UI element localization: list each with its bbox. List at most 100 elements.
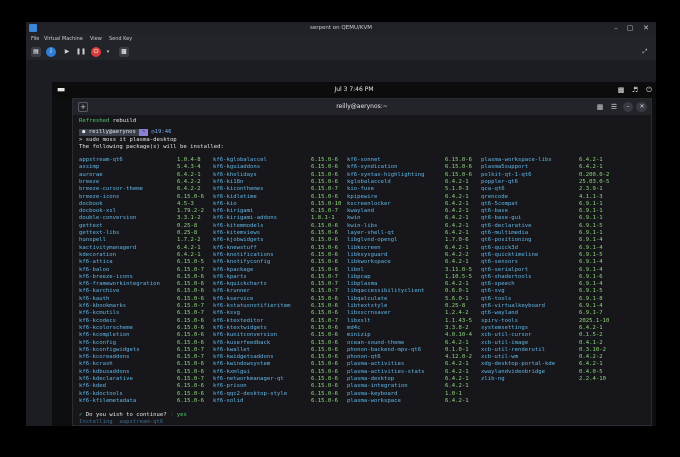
- hamburger-menu-icon[interactable]: ☰: [609, 102, 619, 112]
- package-name: ocean-sound-theme: [347, 339, 405, 346]
- package-name: libksysguard: [347, 251, 388, 258]
- menu-file[interactable]: File: [31, 34, 39, 44]
- refreshed-repo: rebuild: [112, 118, 137, 124]
- package-version: 6.4.2-1: [177, 244, 201, 251]
- package-name: plasma-keyboard: [347, 390, 398, 397]
- package-version: 6.15.0-6: [177, 317, 204, 324]
- package-version: 6.15.0-7: [311, 288, 338, 295]
- maximize-icon[interactable]: ▢: [624, 22, 636, 34]
- package-version: 2.3.9-1: [579, 186, 603, 193]
- package-version: 6.15.0-6: [177, 193, 204, 200]
- package-name: layer-shell-qt: [347, 230, 395, 236]
- package-version: 6.4.2-1: [445, 368, 469, 375]
- menu-send-key[interactable]: Send Key: [109, 34, 132, 44]
- package-name: kf6-kunitconversion: [213, 332, 277, 339]
- fullscreen-icon[interactable]: ⤢: [640, 47, 650, 57]
- package-version: 6.15.0-6: [311, 230, 338, 236]
- package-version: 6.15.0-6: [311, 361, 338, 368]
- package-name: kf6-kjobwidgets: [213, 237, 264, 244]
- grid-view-icon[interactable]: ▦: [595, 102, 605, 112]
- toolbar: ▤ i ▶ ❚❚ ⏻ ▾ ▩ ⤢: [26, 44, 656, 60]
- package-version: 6.15.0-6: [311, 332, 338, 339]
- package-name: kf6-kitemviews: [213, 230, 261, 236]
- console-view-icon[interactable]: ▤: [31, 47, 41, 57]
- package-version: 6.9.1-4: [579, 281, 603, 288]
- package-name: qt6-virtualkeyboard: [481, 303, 545, 309]
- volume-icon[interactable]: ♬: [630, 85, 640, 95]
- power-dropdown-icon[interactable]: ▾: [103, 47, 113, 57]
- window-title: serpent on QEMU/KVM: [310, 25, 372, 31]
- package-version: 6.9.1-1: [579, 200, 603, 207]
- package-name: qt6-base: [481, 208, 508, 215]
- package-name: libglvnd-opengl: [347, 237, 398, 244]
- package-version: 6.15.0-6: [177, 339, 204, 346]
- package-name: kf6-qqc2-desktop-style: [213, 390, 288, 397]
- terminal-headerbar[interactable]: + reilly@aerynos:~ ▦ ☰ – ●: [73, 99, 651, 115]
- package-version: 1.2.4-2: [445, 310, 469, 317]
- package-name: kf6-krunner: [213, 288, 251, 295]
- check-icon: ✓: [79, 412, 83, 418]
- package-version: 6.15.0-6: [311, 171, 338, 178]
- package-name: kf6-kparts: [213, 273, 247, 280]
- answer-text: yes: [176, 412, 187, 418]
- package-name: qt6-declarative: [481, 222, 532, 229]
- power-icon[interactable]: ⏻: [91, 47, 101, 57]
- package-version: 6.4.2-1: [579, 324, 603, 331]
- package-version: 6.4.2-1: [579, 157, 603, 163]
- snapshot-icon[interactable]: ▩: [119, 47, 129, 57]
- package-name: phonon-backend-mpv-qt6: [347, 346, 422, 353]
- package-name: kf6-kidletime: [213, 193, 257, 200]
- terminal-window[interactable]: + reilly@aerynos:~ ▦ ☰ – ● ✕ Refreshed r…: [72, 98, 652, 426]
- package-name: qrencode: [481, 193, 508, 200]
- package-name: kf6-kirigami-addons: [213, 215, 277, 222]
- package-name: gettext: [79, 222, 103, 229]
- package-version: 6.15.0-7: [177, 346, 204, 353]
- package-name: kf6-attica: [79, 259, 113, 266]
- menu-view[interactable]: View: [90, 34, 102, 44]
- close-icon[interactable]: ✕: [637, 102, 647, 112]
- package-name: kdecoration: [79, 251, 117, 258]
- minimize-icon[interactable]: –: [610, 22, 622, 34]
- package-version: 0.25-8: [445, 303, 466, 309]
- package-version: 6.15.0-7: [311, 186, 338, 193]
- package-version: 6.9.1-4: [579, 237, 603, 244]
- package-version: 6.15.0-6: [177, 281, 204, 288]
- package-version: 6.15.0-7: [177, 376, 204, 382]
- power-menu-icon[interactable]: ⏻: [644, 85, 654, 95]
- pause-icon[interactable]: ❚❚: [76, 47, 86, 57]
- network-icon[interactable]: ▩: [616, 85, 626, 95]
- package-version: 6.15.0-6: [311, 383, 338, 390]
- package-name: libxslt: [347, 317, 371, 324]
- package-name: kio-fuse: [347, 186, 374, 193]
- package-version: 6.15.0-6: [311, 354, 338, 361]
- package-version: 6.15.0-7: [177, 266, 204, 273]
- package-name: plasma-activities: [347, 361, 405, 368]
- package-name: qt6-sensors: [481, 259, 519, 266]
- command-line: > sudo moss it plasma-desktop: [79, 137, 177, 143]
- package-name: kf6-networkmanager-qt: [213, 376, 284, 382]
- package-version: 6.4.2-1: [177, 251, 201, 258]
- package-name: qt6-quick3d: [481, 244, 519, 251]
- menu-virtual-machine[interactable]: Virtual Machine: [44, 34, 83, 44]
- details-info-icon[interactable]: i: [46, 47, 56, 57]
- package-name: kf6-ktextwidgets: [213, 324, 267, 331]
- package-name: xwaylandvideobridge: [481, 368, 545, 375]
- guest-clock[interactable]: Jul 3 7:46 PM: [52, 82, 656, 98]
- package-name: breeze-icons: [79, 193, 120, 200]
- package-name: xcb-util-image: [481, 339, 529, 346]
- guest-display[interactable]: ▬ Jul 3 7:46 PM ▩ ♬ ⏻ + reilly@aerynos:~…: [52, 82, 656, 426]
- run-play-icon[interactable]: ▶: [62, 47, 72, 57]
- package-name: double-conversion: [79, 215, 137, 222]
- close-icon[interactable]: ✕: [640, 22, 652, 34]
- package-version: 0.1.5-2: [579, 332, 603, 339]
- window-titlebar[interactable]: serpent on QEMU/KVM – ▢ ✕: [26, 22, 656, 34]
- package-name: kf6-kservice: [213, 295, 254, 302]
- package-name: kf6-knewstuff: [213, 244, 257, 251]
- package-name: kf6-kirigami: [213, 208, 254, 215]
- package-version: 6.4.2-1: [445, 259, 469, 266]
- minimize-icon[interactable]: –: [623, 102, 633, 112]
- package-name: kf6-syntax-highlighting: [347, 171, 425, 178]
- package-version: 6.15.0-6: [311, 303, 338, 309]
- user-icon: ●: [82, 129, 86, 135]
- package-name: zlib-ng: [481, 376, 505, 382]
